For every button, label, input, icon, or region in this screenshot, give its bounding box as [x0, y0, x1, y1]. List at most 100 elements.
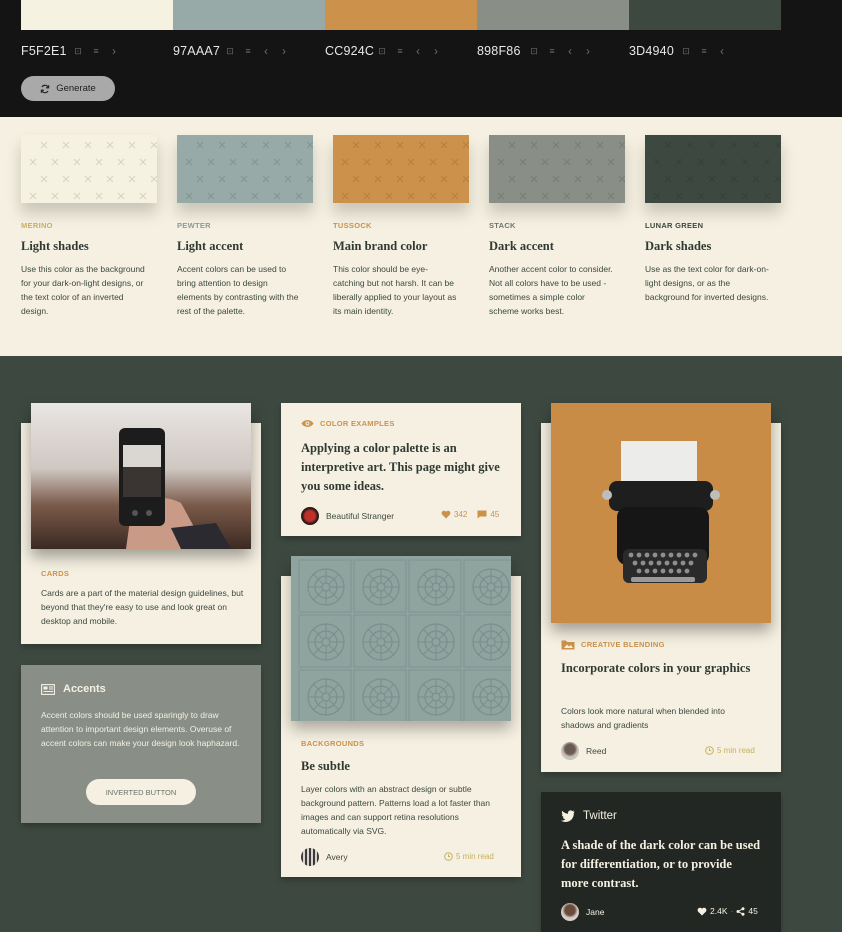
hex-code[interactable]: CC924C: [325, 44, 374, 58]
generate-label: Generate: [56, 83, 96, 94]
lock-icon[interactable]: ⊡: [681, 46, 691, 57]
eye-icon: [301, 420, 314, 427]
swatch-pewter[interactable]: [173, 0, 325, 30]
chevron-left-icon[interactable]: ‹: [717, 44, 727, 58]
clock-icon: [705, 746, 714, 755]
author-name[interactable]: Jane: [586, 907, 604, 917]
desc-title: Dark shades: [645, 239, 712, 253]
generate-button[interactable]: Generate: [21, 76, 115, 101]
newspaper-icon: [41, 683, 55, 695]
desc-text: This color should be eye-catching but no…: [333, 264, 457, 316]
card-title: Be subtle: [301, 759, 350, 773]
likes-count[interactable]: 2.4K: [710, 906, 728, 916]
desc-title: Light shades: [21, 239, 89, 253]
card-text: Layer colors with an abstract design or …: [301, 784, 491, 836]
author-name[interactable]: Beautiful Stranger: [326, 511, 394, 521]
avatar[interactable]: [561, 903, 579, 921]
x-pattern: [29, 141, 157, 200]
sliders-icon[interactable]: ≡: [547, 46, 557, 56]
sliders-icon[interactable]: ≡: [243, 46, 253, 56]
tile-merino: [21, 135, 157, 203]
swatch-stack[interactable]: [477, 0, 629, 30]
chevron-right-icon[interactable]: ›: [583, 44, 593, 58]
tile-stack: [489, 135, 625, 203]
sliders-icon[interactable]: ≡: [699, 46, 709, 56]
shares-count[interactable]: 45: [748, 906, 757, 916]
color-name: MERINO: [21, 221, 53, 230]
tile-lunar-green: [645, 135, 781, 203]
separator: ·: [730, 906, 734, 916]
desc-pewter: PEWTER Light accent Accent colors can be…: [177, 135, 313, 318]
avatar[interactable]: [301, 848, 319, 866]
swatch-tussock[interactable]: [325, 0, 477, 30]
card-text: Cards are a part of the material design …: [41, 588, 244, 626]
lock-icon[interactable]: ⊡: [529, 46, 539, 57]
swatch-lunar-green[interactable]: [629, 0, 781, 30]
desc-title: Main brand color: [333, 239, 428, 253]
card-text: Colors look more natural when blended in…: [561, 706, 725, 730]
palette-entry: CC924C ⊡ ≡ ‹ ›: [325, 42, 477, 60]
color-name: STACK: [489, 221, 516, 230]
share-icon: [736, 906, 745, 916]
read-time-text: 5 min read: [717, 746, 755, 755]
refresh-icon: [40, 84, 50, 93]
chevron-left-icon[interactable]: ‹: [261, 44, 271, 58]
hex-code[interactable]: 3D4940: [629, 44, 674, 58]
palette-entry: F5F2E1 ⊡ ≡ ›: [21, 42, 173, 60]
typewriter-photo: [551, 403, 771, 623]
twitter-icon: [561, 810, 575, 822]
hex-code[interactable]: 97AAA7: [173, 44, 220, 58]
palette-toolbar: F5F2E1 ⊡ ≡ › 97AAA7 ⊡ ≡ ‹ › CC924C ⊡ ≡ ‹ › 898F86 ⊡ ≡ ‹ › 3…: [0, 0, 842, 117]
hex-code[interactable]: 898F86: [477, 44, 521, 58]
heart-icon: [697, 907, 707, 915]
author-name[interactable]: Avery: [326, 852, 348, 862]
read-time: 5 min read: [444, 852, 494, 861]
x-pattern: [341, 141, 469, 200]
accents-text: Accent colors should be used sparingly t…: [41, 710, 240, 748]
lock-icon[interactable]: ⊡: [377, 46, 387, 57]
chevron-right-icon[interactable]: ›: [109, 44, 119, 58]
chevron-right-icon[interactable]: ›: [279, 44, 289, 58]
palette-descriptions: MERINO Light shades Use this color as th…: [0, 117, 842, 356]
read-time-text: 5 min read: [456, 852, 494, 861]
hex-row: F5F2E1 ⊡ ≡ › 97AAA7 ⊡ ≡ ‹ › CC924C ⊡ ≡ ‹ › 898F86 ⊡ ≡ ‹ › 3…: [21, 42, 781, 60]
likes-stat[interactable]: 342: [441, 510, 467, 519]
swatch-merino[interactable]: [21, 0, 173, 30]
desc-text: Use this color as the background for you…: [21, 264, 145, 316]
x-pattern: [653, 141, 781, 200]
desc-text: Accent colors can be used to bring atten…: [177, 264, 299, 316]
card-title: Incorporate colors in your graphics: [561, 661, 751, 675]
palette-entry: 97AAA7 ⊡ ≡ ‹ ›: [173, 42, 325, 60]
tile-pewter: [177, 135, 313, 203]
lock-icon[interactable]: ⊡: [225, 46, 235, 57]
swatch-strip: [21, 0, 781, 30]
palette-entry: 898F86 ⊡ ≡ ‹ ›: [477, 42, 629, 60]
color-name: TUSSOCK: [333, 221, 372, 230]
chevron-right-icon[interactable]: ›: [431, 44, 441, 58]
sliders-icon[interactable]: ≡: [91, 46, 101, 56]
image-folder-icon: [561, 640, 575, 650]
palette-entry: 3D4940 ⊡ ≡ ‹: [629, 42, 781, 60]
comments-stat[interactable]: 45: [477, 510, 499, 519]
card-label: COLOR EXAMPLES: [320, 419, 395, 428]
desc-text: Another accent color to consider. Not al…: [489, 264, 613, 316]
color-name: PEWTER: [177, 221, 211, 230]
avatar[interactable]: [561, 742, 579, 760]
twitter-card: Twitter A shade of the dark color can be…: [541, 792, 781, 932]
chevron-left-icon[interactable]: ‹: [565, 44, 575, 58]
x-pattern: [185, 141, 313, 200]
desc-tussock: TUSSOCK Main brand color This color shou…: [333, 135, 469, 318]
chevron-left-icon[interactable]: ‹: [413, 44, 423, 58]
avatar[interactable]: [301, 507, 319, 525]
inverted-button[interactable]: INVERTED BUTTON: [86, 779, 196, 805]
x-pattern: [497, 141, 625, 200]
sliders-icon[interactable]: ≡: [395, 46, 405, 56]
lock-icon[interactable]: ⊡: [73, 46, 83, 57]
card-label: BACKGROUNDS: [301, 739, 365, 748]
desc-title: Dark accent: [489, 239, 554, 253]
tile-tussock: [333, 135, 469, 203]
card-label: CREATIVE BLENDING: [581, 640, 665, 649]
author-name[interactable]: Reed: [586, 746, 606, 756]
color-examples-card: COLOR EXAMPLES Applying a color palette …: [281, 403, 521, 536]
hex-code[interactable]: F5F2E1: [21, 44, 66, 58]
